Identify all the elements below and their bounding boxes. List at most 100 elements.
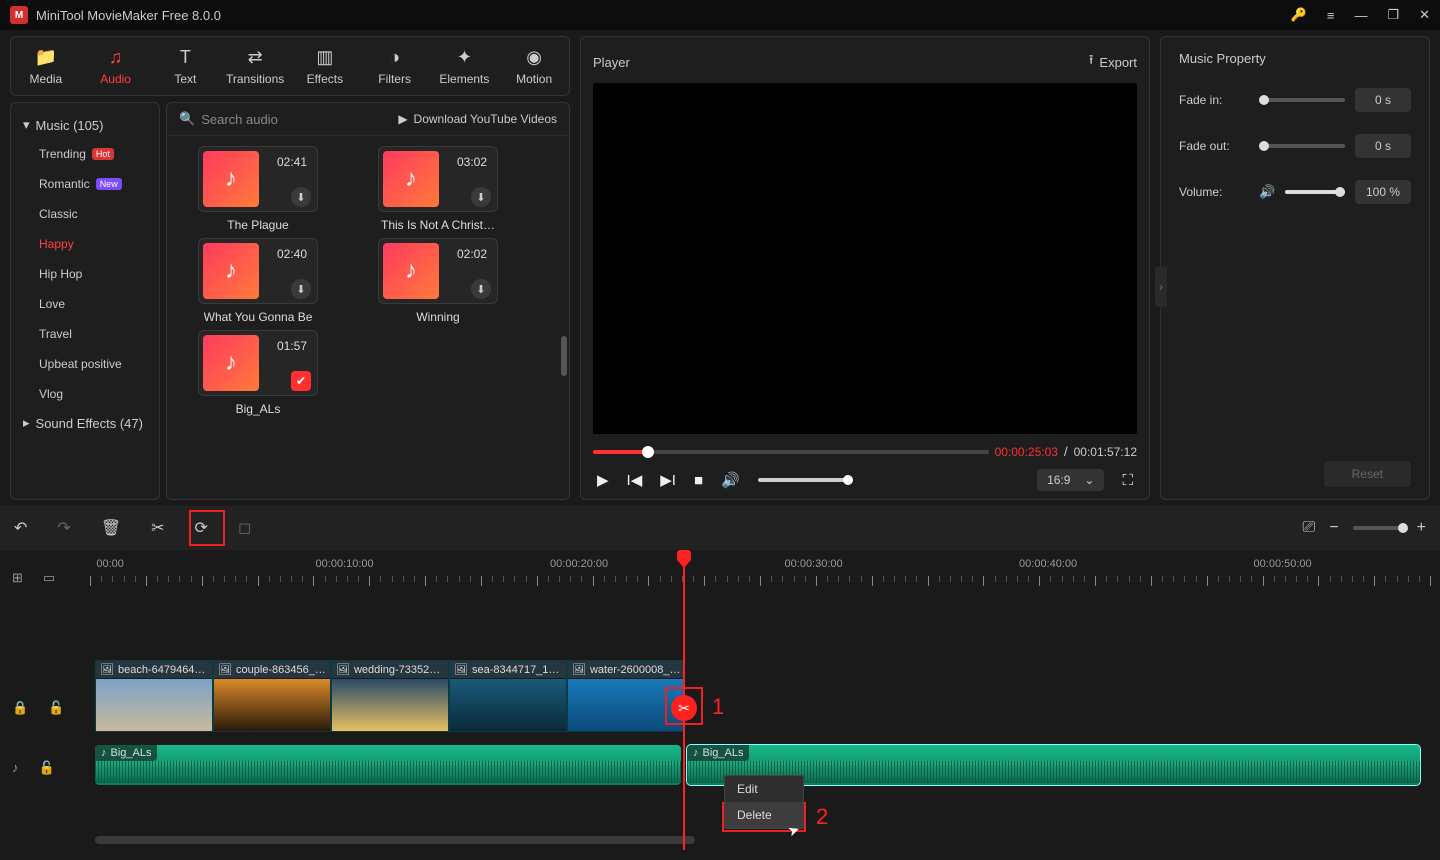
sidebar-music-head[interactable]: ▾Music (105) (11, 111, 159, 139)
image-icon: 🖼 (218, 663, 232, 676)
upgrade-icon[interactable]: 🔑 (1291, 7, 1307, 23)
tab-text[interactable]: T Text (151, 47, 221, 86)
category-sidebar: ▾Music (105) TrendingHot RomanticNew Cla… (10, 102, 160, 500)
zoom-in-icon[interactable]: + (1417, 519, 1426, 537)
text-icon: T (180, 47, 191, 68)
export-label: Export (1099, 55, 1137, 70)
sidebar-item-romantic[interactable]: RomanticNew (11, 169, 159, 199)
zoom-out-icon[interactable]: − (1329, 519, 1338, 537)
sidebar-item-vlog[interactable]: Vlog (11, 379, 159, 409)
audio-card[interactable]: ♪02:41⬇ The Plague (173, 146, 343, 232)
seek-knob[interactable] (642, 446, 654, 458)
collapse-panel-icon[interactable]: › (1155, 267, 1167, 307)
sidebar-item-classic[interactable]: Classic (11, 199, 159, 229)
sidebar-item-label: Love (39, 297, 65, 311)
sidebar-item-love[interactable]: Love (11, 289, 159, 319)
tab-label: Text (174, 72, 196, 86)
seek-bar[interactable] (593, 450, 989, 454)
audio-clip[interactable]: ♪Big_ALs (95, 745, 681, 785)
sidebar-item-upbeat[interactable]: Upbeat positive (11, 349, 159, 379)
aspect-select[interactable]: 16:9⌄ (1037, 469, 1104, 491)
download-icon[interactable]: ⬇ (291, 187, 311, 207)
video-preview[interactable] (593, 83, 1137, 434)
maximize-icon[interactable]: ❐ (1387, 7, 1399, 23)
video-clip[interactable]: 🖼wedding-73352… (331, 660, 449, 732)
image-icon: 🖼 (100, 663, 114, 676)
search-input[interactable]: 🔍Search audio (179, 111, 278, 127)
youtube-icon: ▶ (398, 112, 407, 126)
volume-icon[interactable]: 🔊 (721, 471, 740, 489)
download-youtube-link[interactable]: ▶Download YouTube Videos (398, 112, 557, 126)
sidebar-item-trending[interactable]: TrendingHot (11, 139, 159, 169)
audio-track-icon[interactable]: ♪ (12, 760, 19, 776)
tab-transitions[interactable]: ⇄Transitions (220, 47, 290, 86)
split-icon[interactable]: ✂ (151, 518, 164, 538)
delete-icon[interactable]: 🗑 (101, 518, 121, 538)
app-logo-icon: M (10, 6, 28, 24)
audio-card[interactable]: ♪02:02⬇ Winning (353, 238, 523, 324)
tab-media[interactable]: 📁Media (11, 47, 81, 86)
zoom-slider[interactable] (1353, 526, 1403, 530)
unlock-icon[interactable]: 🔓 (48, 700, 64, 716)
download-icon[interactable]: ⬇ (471, 279, 491, 299)
export-button[interactable]: ⭱Export (1089, 51, 1137, 73)
scrollbar[interactable] (561, 336, 567, 376)
sidebar-item-happy[interactable]: Happy (11, 229, 159, 259)
music-thumb-icon: ♪ (383, 151, 439, 207)
prev-icon[interactable]: I◀ (627, 471, 643, 489)
speaker-icon[interactable]: 🔊 (1259, 184, 1275, 200)
video-track[interactable]: 🖼beach-6479464… 🖼 couple-863456_… 🖼weddin… (95, 660, 685, 732)
snap-icon[interactable]: ⎚ (1303, 519, 1316, 537)
timeline-ruler[interactable]: 00:00 00:00:10:00 00:00:20:00 00:00:30:0… (90, 558, 1430, 588)
fullscreen-icon[interactable]: ⛶ (1122, 472, 1133, 489)
volume-prop-slider[interactable] (1285, 190, 1345, 194)
tab-filters[interactable]: ◑Filters (360, 47, 430, 86)
close-icon[interactable]: ✕ (1419, 7, 1430, 23)
menu-icon[interactable]: ≡ (1327, 8, 1335, 23)
track-icon[interactable]: ▭ (43, 570, 55, 586)
context-edit[interactable]: Edit (725, 776, 803, 802)
fade-out-slider[interactable] (1259, 144, 1345, 148)
audio-card[interactable]: ♪01:57✔ Big_ALs (173, 330, 343, 416)
split-handle-icon[interactable]: ✂ (671, 695, 697, 721)
next-icon[interactable]: ▶I (660, 471, 676, 489)
fade-in-slider[interactable] (1259, 98, 1345, 102)
play-icon[interactable]: ▶ (597, 471, 609, 489)
crop-icon[interactable]: ◻ (238, 518, 251, 538)
download-icon[interactable]: ⬇ (471, 187, 491, 207)
fade-in-value[interactable]: 0 s (1355, 88, 1411, 112)
sidebar-item-label: Trending (39, 147, 86, 161)
tab-effects[interactable]: ▥Effects (290, 47, 360, 86)
video-clip[interactable]: 🖼sea-8344717_1… (449, 660, 567, 732)
reset-button[interactable]: Reset (1324, 461, 1411, 487)
app-title: MiniTool MovieMaker Free 8.0.0 (36, 8, 221, 23)
volume-value[interactable]: 100 % (1355, 180, 1411, 204)
tab-motion[interactable]: ◉Motion (499, 47, 569, 86)
sidebar-item-travel[interactable]: Travel (11, 319, 159, 349)
card-duration: 02:02 (457, 247, 487, 261)
music-thumb-icon: ♪ (203, 335, 259, 391)
undo-icon[interactable]: ↶ (14, 518, 27, 538)
stop-icon[interactable]: ■ (694, 472, 703, 489)
tab-audio[interactable]: ♫Audio (81, 47, 151, 86)
sidebar-item-hiphop[interactable]: Hip Hop (11, 259, 159, 289)
tab-elements[interactable]: ✦Elements (430, 47, 500, 86)
music-icon: ♪ (101, 747, 107, 759)
lock-icon[interactable]: 🔒 (12, 700, 28, 716)
volume-slider[interactable] (758, 478, 848, 482)
minimize-icon[interactable]: — (1354, 8, 1367, 23)
sidebar-sound-head[interactable]: ▸Sound Effects (47) (11, 409, 159, 437)
video-clip[interactable]: 🖼beach-6479464… (95, 660, 213, 732)
timeline[interactable]: ⊞ ▭ 🔒 🔓 ♪ 🔓 00:00 00:00:10:00 00:00:20:00 0… (0, 550, 1440, 850)
clip-label: couple-863456_… (236, 664, 326, 676)
download-icon[interactable]: ⬇ (291, 279, 311, 299)
audio-card[interactable]: ♪03:02⬇ This Is Not A Christ… (353, 146, 523, 232)
card-title: The Plague (227, 218, 288, 232)
video-clip[interactable]: 🖼 couple-863456_… (213, 660, 331, 732)
add-track-icon[interactable]: ⊞ (12, 570, 23, 586)
unlock-icon[interactable]: 🔓 (39, 760, 55, 776)
horizontal-scrollbar[interactable] (95, 836, 695, 844)
redo-icon[interactable]: ↷ (57, 518, 70, 538)
fade-out-value[interactable]: 0 s (1355, 134, 1411, 158)
audio-card[interactable]: ♪02:40⬇ What You Gonna Be (173, 238, 343, 324)
